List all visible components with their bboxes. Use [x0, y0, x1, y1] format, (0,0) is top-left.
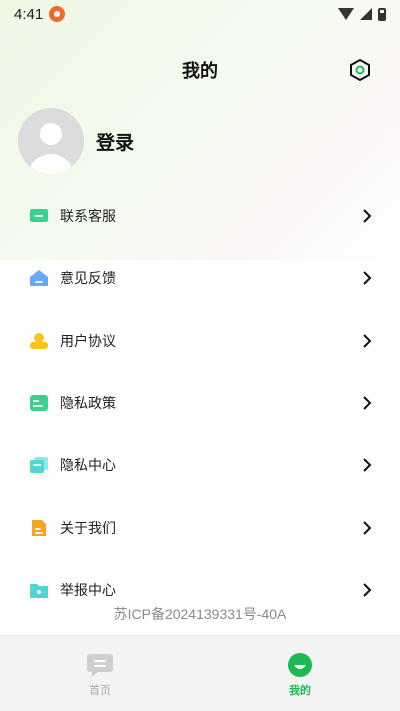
menu-item-label: 隐私中心 — [60, 458, 116, 475]
default-avatar-icon — [18, 108, 84, 174]
menu-item-label: 意见反馈 — [60, 271, 116, 288]
tab-me[interactable]: 我的 — [200, 636, 400, 711]
chevron-right-icon — [363, 396, 372, 410]
menu-item-label: 举报中心 — [60, 582, 116, 599]
notification-app-icon — [49, 6, 66, 22]
about-us-icon — [28, 517, 50, 539]
chevron-right-icon — [363, 271, 372, 286]
feedback-icon — [28, 267, 50, 289]
battery-icon — [378, 7, 386, 21]
customer-service-icon — [28, 205, 50, 227]
tab-label: 我的 — [289, 684, 311, 697]
menu-item-label: 隐私政策 — [60, 396, 116, 413]
privacy-center-icon — [28, 454, 50, 476]
report-center-icon — [28, 579, 50, 601]
menu-item-label: 联系客服 — [60, 209, 116, 226]
chevron-right-icon — [363, 458, 372, 473]
chevron-right-icon — [363, 583, 372, 597]
user-agreement-icon — [28, 330, 50, 352]
status-indicators — [338, 7, 386, 21]
settings-hexagon-icon — [350, 59, 370, 81]
menu-item-user-agreement[interactable]: 用户协议 — [0, 310, 400, 372]
settings-button[interactable] — [348, 58, 372, 82]
home-chat-icon — [87, 654, 113, 677]
page-title: 我的 — [182, 61, 218, 82]
profile-section[interactable]: 登录 — [18, 108, 134, 174]
status-bar: 4:41 — [0, 0, 400, 28]
chevron-right-icon — [363, 520, 372, 535]
profile-icon — [288, 653, 312, 677]
header: 我的 — [0, 52, 400, 88]
menu-item-about-us[interactable]: 关于我们 — [0, 496, 400, 558]
signal-icon — [360, 8, 372, 20]
tab-home[interactable]: 首页 — [0, 636, 200, 711]
avatar[interactable] — [18, 108, 84, 174]
chevron-right-icon — [363, 334, 372, 348]
menu-item-feedback[interactable]: 意见反馈 — [0, 247, 400, 309]
menu-item-privacy-center[interactable]: 隐私中心 — [0, 434, 400, 496]
menu-list: 联系客服 意见反馈 用户协议 隐私政策 隐私中心 关于我们 举报中心 — [0, 185, 400, 621]
privacy-policy-icon — [28, 392, 50, 414]
menu-item-contact-service[interactable]: 联系客服 — [0, 185, 400, 247]
chevron-right-icon — [363, 209, 372, 223]
wifi-icon — [338, 8, 354, 20]
icp-license-text: 苏ICP备2024139331号-40A — [113, 606, 287, 622]
menu-item-privacy-policy[interactable]: 隐私政策 — [0, 372, 400, 434]
tab-label: 首页 — [89, 684, 111, 697]
menu-item-label: 用户协议 — [60, 333, 116, 350]
bottom-tab-bar: 首页 我的 — [0, 635, 400, 711]
menu-item-label: 关于我们 — [60, 520, 116, 537]
login-link[interactable]: 登录 — [96, 128, 134, 155]
status-time: 4:41 — [14, 5, 44, 23]
